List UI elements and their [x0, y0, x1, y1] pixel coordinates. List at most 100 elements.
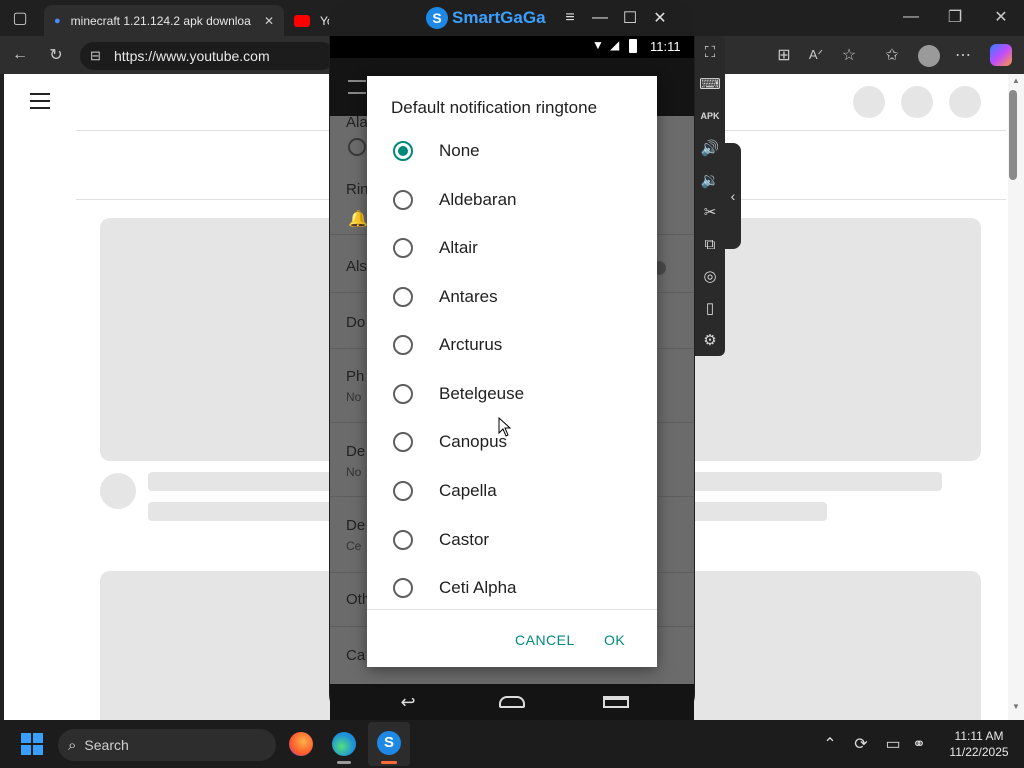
dialog-divider [367, 609, 657, 610]
minimize-window-icon[interactable]: — [898, 4, 924, 30]
favorites-icon[interactable]: ✩ [879, 42, 905, 68]
collapse-toolbar-chevron-icon[interactable]: ‹ [725, 143, 741, 249]
settings-row-label: Ph [346, 368, 365, 385]
ringtone-option[interactable]: Castor [367, 516, 657, 564]
home-nav-icon[interactable] [499, 696, 525, 708]
tab-actions-icon[interactable]: ▢ [7, 5, 33, 31]
back-icon[interactable]: ← [7, 42, 33, 68]
mouse-cursor-icon [498, 417, 512, 437]
settings-row-label: Rin [346, 181, 369, 198]
ringtone-option[interactable]: Altair [367, 224, 657, 272]
ringtone-option[interactable]: Arcturus [367, 321, 657, 369]
youtube-icon [294, 14, 310, 27]
channel-avatar-placeholder [100, 473, 136, 509]
firefox-icon[interactable] [289, 732, 313, 756]
emulator-title-bar: S SmartGaGa ≡ — ☐ ✕ [329, 0, 695, 36]
read-aloud-icon[interactable]: Aᐟ [803, 42, 829, 68]
emulator-minimize-icon[interactable]: — [587, 5, 613, 31]
sync-icon[interactable]: ⟳ [848, 731, 874, 757]
dialog-title: Default notification ringtone [391, 98, 598, 117]
close-tab-icon[interactable]: ✕ [264, 14, 274, 28]
address-bar[interactable]: ⊟ https://www.youtube.com [80, 42, 335, 70]
edge-icon[interactable] [332, 732, 356, 756]
hamburger-menu-icon[interactable] [30, 93, 50, 109]
recents-nav-icon[interactable] [603, 696, 629, 708]
ringtone-label: Altair [439, 238, 478, 257]
close-window-icon[interactable]: ✕ [988, 4, 1014, 30]
radio-button[interactable] [393, 287, 413, 307]
scrollbar-thumb[interactable] [1009, 90, 1017, 180]
settings-row-label: Do [346, 314, 366, 331]
volume-down-icon[interactable]: 🔉 [695, 164, 725, 196]
search-icon: ● [54, 14, 61, 27]
location-icon[interactable]: ◎ [695, 260, 725, 292]
refresh-icon[interactable]: ↻ [43, 42, 69, 68]
radio-button[interactable] [393, 384, 413, 404]
settings-row-label: Ca [346, 647, 366, 664]
radio-button[interactable] [393, 335, 413, 355]
apps-icon[interactable]: ⊞ [771, 42, 797, 68]
radio-button[interactable] [393, 481, 413, 501]
fullscreen-icon[interactable]: ⛶ [695, 36, 725, 68]
ringtone-option[interactable]: Capella [367, 467, 657, 515]
app-menu-icon[interactable] [348, 80, 366, 94]
restore-window-icon[interactable]: ❐ [942, 4, 968, 30]
profile-avatar[interactable] [918, 45, 940, 67]
back-nav-icon[interactable]: ↩ [395, 689, 421, 715]
signal-icon: ◢ [610, 38, 620, 52]
emulator-maximize-icon[interactable]: ☐ [617, 5, 643, 31]
ringtone-label: Castor [439, 530, 490, 549]
search-icon: ⌕ [68, 736, 77, 754]
wifi-icon: ▼ [592, 38, 604, 52]
ringtone-label: Antares [439, 287, 498, 306]
placeholder-circle [853, 86, 885, 118]
emulator-brand: SmartGaGa [452, 8, 546, 27]
taskbar-search[interactable]: ⌕ Search [58, 729, 276, 761]
ringtone-option[interactable]: Aldebaran [367, 176, 657, 224]
windows-start-icon[interactable] [21, 733, 43, 755]
taskbar-clock[interactable]: 11:11 AM 11/22/2025 [938, 729, 1020, 759]
emulator-side-toolbar: ⛶ ⌨ APK 🔊 🔉 ✂ ⧉ ◎ ▯ ⚙ [695, 36, 725, 356]
site-info-icon[interactable]: ⊟ [90, 48, 101, 64]
smartgaga-taskbar-icon[interactable]: S [377, 731, 401, 755]
radio-button[interactable] [393, 530, 413, 550]
ringtone-label: None [439, 141, 480, 160]
radio-button[interactable] [393, 238, 413, 258]
radio-button[interactable] [393, 190, 413, 210]
shake-icon[interactable]: ▯ [695, 292, 725, 324]
multi-instance-icon[interactable]: ⧉ [695, 228, 725, 260]
radio-button[interactable] [393, 578, 413, 598]
ringtone-option[interactable]: Betelgeuse [367, 370, 657, 418]
show-hidden-icons-chevron-icon[interactable]: ⌃ [817, 731, 843, 757]
favorite-star-icon[interactable]: ☆ [836, 42, 862, 68]
emulator-close-icon[interactable]: ✕ [647, 5, 673, 31]
scroll-up-icon[interactable]: ▲ [1008, 76, 1024, 86]
copilot-icon[interactable] [990, 44, 1012, 66]
scroll-down-icon[interactable]: ▼ [1008, 702, 1024, 712]
ringtone-option[interactable]: Canopus [367, 418, 657, 466]
radio-button-selected[interactable] [393, 141, 413, 161]
cancel-button[interactable]: CANCEL [515, 632, 575, 648]
volume-up-icon[interactable]: 🔊 [695, 132, 725, 164]
ok-button[interactable]: OK [604, 632, 625, 648]
settings-row-value: No [346, 465, 362, 479]
more-menu-icon[interactable]: ⋯ [950, 42, 976, 68]
network-icon[interactable]: ⚭ [906, 731, 932, 757]
ringtone-option[interactable]: Ceti Alpha [367, 564, 657, 612]
settings-row-value: No [346, 390, 362, 404]
emulator-menu-icon[interactable]: ≡ [557, 5, 583, 31]
keyboard-icon[interactable]: ⌨ [695, 68, 725, 100]
clock-time: 11:11 AM [954, 729, 1004, 743]
status-time: 11:11 [650, 39, 681, 54]
settings-gear-icon[interactable]: ⚙ [695, 324, 725, 356]
tab-minecraft[interactable]: ● minecraft 1.21.124.2 apk downloa ✕ [44, 5, 284, 36]
placeholder-circle [901, 86, 933, 118]
battery-icon [629, 39, 637, 53]
android-status-bar: ▼ ◢ 11:11 [330, 36, 694, 58]
ringtone-option[interactable]: Antares [367, 273, 657, 321]
install-apk-icon[interactable]: APK [695, 100, 725, 132]
scissors-icon[interactable]: ✂ [695, 196, 725, 228]
display-icon[interactable]: ▭ [880, 731, 906, 757]
ringtone-option[interactable]: None [367, 127, 657, 175]
radio-button[interactable] [393, 432, 413, 452]
